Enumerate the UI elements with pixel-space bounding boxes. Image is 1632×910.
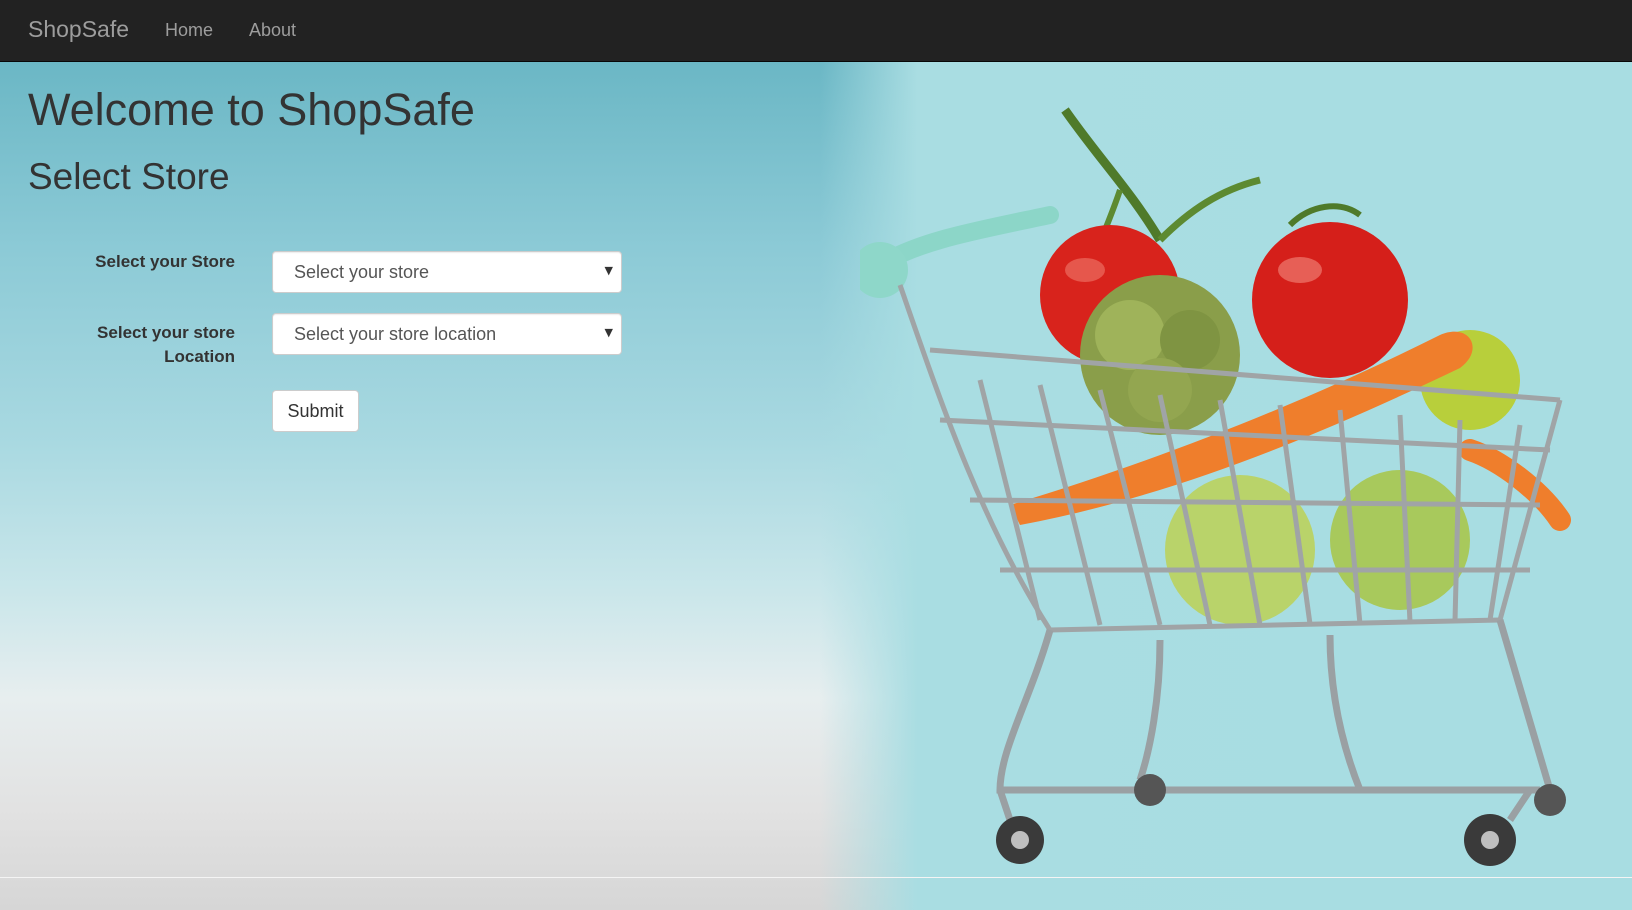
wheel-hub	[1011, 831, 1029, 849]
stem-shape	[1157, 176, 1261, 243]
cart-frame	[996, 619, 1554, 822]
store-select-label: Select your Store	[95, 252, 235, 271]
wheel-shape	[1534, 784, 1566, 816]
wheel-shape	[1134, 774, 1166, 806]
tomato-highlight	[1278, 257, 1322, 283]
shopping-cart-illustration	[860, 107, 1571, 866]
cart-handle-shape	[871, 206, 1059, 274]
submit-button[interactable]: Submit	[272, 390, 359, 432]
brand-link[interactable]: ShopSafe	[28, 16, 129, 43]
store-select-value: Select your store	[294, 262, 430, 282]
location-select-label: Select your store Location	[97, 323, 235, 366]
location-select-value: Select your store location	[294, 324, 497, 344]
tomato-highlight	[1065, 258, 1105, 282]
stem-shape	[1061, 107, 1164, 243]
chevron-down-icon: ▼	[604, 264, 613, 277]
navbar: ShopSafe Home About	[0, 0, 1632, 62]
nav-link-home[interactable]: Home	[165, 20, 213, 41]
location-select[interactable]: Select your store location ▼	[272, 313, 622, 355]
wheel-hub	[1481, 831, 1499, 849]
page-title: Welcome to ShopSafe	[28, 84, 475, 135]
chevron-down-icon: ▼	[604, 326, 613, 339]
nav-link-about[interactable]: About	[249, 20, 296, 41]
tomato-shape	[1252, 222, 1408, 378]
section-title: Select Store	[28, 156, 230, 197]
store-select[interactable]: Select your store ▼	[272, 251, 622, 293]
